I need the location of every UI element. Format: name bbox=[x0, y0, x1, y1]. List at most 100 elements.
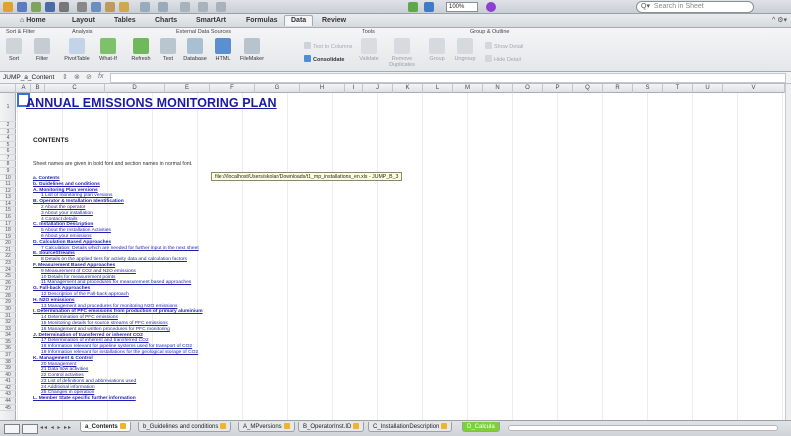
remove-duplicates-button[interactable]: Remove Duplicates bbox=[384, 38, 420, 68]
row-header[interactable]: 26 bbox=[0, 280, 16, 287]
col-header[interactable]: B bbox=[31, 84, 45, 93]
cancel-icon[interactable]: ⊗ bbox=[74, 73, 80, 81]
sheet-tab-c-installation[interactable]: C_InstallationDescription bbox=[368, 422, 453, 432]
search-field[interactable]: Q▾ Search in Sheet bbox=[636, 1, 754, 13]
filter-button[interactable]: Filter bbox=[30, 38, 54, 62]
col-header[interactable]: U bbox=[693, 84, 723, 93]
col-header[interactable]: N bbox=[483, 84, 513, 93]
validate-button[interactable]: Validate bbox=[358, 38, 380, 62]
consolidate-button[interactable]: Consolidate bbox=[304, 55, 344, 64]
save-icon[interactable] bbox=[45, 2, 55, 12]
col-header[interactable]: V bbox=[723, 84, 785, 93]
undo-icon[interactable] bbox=[140, 2, 150, 12]
name-box[interactable]: JUMP_a_Content bbox=[2, 73, 58, 83]
row-header[interactable]: 12 bbox=[0, 188, 16, 195]
col-header[interactable]: G bbox=[255, 84, 300, 93]
row-header[interactable]: 16 bbox=[0, 214, 16, 221]
col-header[interactable]: L bbox=[423, 84, 453, 93]
text-to-columns-button[interactable]: Text to Columns bbox=[304, 42, 352, 51]
fx-icon[interactable]: fx bbox=[98, 73, 103, 80]
row-header[interactable]: 24 bbox=[0, 267, 16, 274]
col-header[interactable]: T bbox=[663, 84, 693, 93]
filter-icon[interactable] bbox=[216, 2, 226, 12]
redo-icon[interactable] bbox=[158, 2, 168, 12]
gallery-icon[interactable] bbox=[408, 2, 418, 12]
toc-section-link[interactable]: L. Member State specific further informa… bbox=[33, 396, 333, 402]
col-header[interactable]: D bbox=[105, 84, 165, 93]
sheet-tab-a-contents[interactable]: a_Contents bbox=[80, 422, 131, 432]
tab-home[interactable]: ⌂ Home bbox=[14, 16, 52, 27]
row-header[interactable]: 29 bbox=[0, 299, 16, 306]
sheet-tab-d-calcula[interactable]: D_Calcula bbox=[462, 422, 500, 432]
pivottable-button[interactable]: PivotTable bbox=[60, 38, 94, 62]
sum-icon[interactable] bbox=[180, 2, 190, 12]
normal-view-icon[interactable] bbox=[4, 424, 20, 434]
show-detail-button[interactable]: Show Detail bbox=[485, 42, 523, 51]
col-header[interactable]: P bbox=[543, 84, 573, 93]
row-header[interactable]: 10 bbox=[0, 175, 16, 182]
col-header[interactable]: A bbox=[17, 84, 31, 93]
row-header[interactable]: 1 bbox=[0, 93, 16, 122]
tab-charts[interactable]: Charts bbox=[149, 16, 183, 27]
grid-icon[interactable] bbox=[17, 2, 27, 12]
row-header[interactable]: 6 bbox=[0, 148, 16, 155]
refresh-button[interactable]: Refresh bbox=[127, 38, 155, 62]
confirm-icon[interactable]: ⊘ bbox=[86, 73, 92, 81]
sheet-nav-arrows-icon[interactable]: ◂◂ ◂ ▸ ▸▸ bbox=[40, 424, 72, 431]
search-options-icon[interactable]: Q▾ bbox=[641, 3, 650, 10]
ribbon-collapse-icon[interactable]: ^ ⚙▾ bbox=[772, 16, 787, 24]
tab-layout[interactable]: Layout bbox=[66, 16, 101, 27]
col-header[interactable]: O bbox=[513, 84, 543, 93]
row-header[interactable]: 45 bbox=[0, 405, 16, 412]
row-header[interactable]: 14 bbox=[0, 201, 16, 208]
tab-review[interactable]: Review bbox=[316, 16, 352, 27]
text-import-button[interactable]: Text bbox=[158, 38, 178, 62]
col-header[interactable]: R bbox=[603, 84, 633, 93]
app-icon[interactable] bbox=[3, 2, 13, 12]
whatif-button[interactable]: What-If bbox=[96, 38, 120, 62]
hide-detail-button[interactable]: Hide Detail bbox=[485, 55, 521, 64]
col-header[interactable]: S bbox=[633, 84, 663, 93]
zoom-select[interactable]: 100% bbox=[446, 2, 478, 12]
new-icon[interactable] bbox=[31, 2, 41, 12]
cut-icon[interactable] bbox=[77, 2, 87, 12]
tab-formulas[interactable]: Formulas bbox=[240, 16, 284, 27]
page-layout-view-icon[interactable] bbox=[22, 424, 38, 434]
sheet-tab-b-operatorinst[interactable]: B_OperatorInst.ID bbox=[298, 422, 365, 432]
sheet-tab-b-guidelines[interactable]: b_Guidelines and conditions bbox=[138, 422, 232, 432]
col-header[interactable]: C bbox=[45, 84, 105, 93]
row-header[interactable]: 37 bbox=[0, 352, 16, 359]
row-header[interactable]: 18 bbox=[0, 227, 16, 234]
row-header[interactable]: 22 bbox=[0, 253, 16, 260]
row-header[interactable]: 20 bbox=[0, 240, 16, 247]
copy-icon[interactable] bbox=[91, 2, 101, 12]
tab-data[interactable]: Data bbox=[284, 15, 314, 26]
print-icon[interactable] bbox=[59, 2, 69, 12]
formula-input[interactable] bbox=[110, 73, 786, 83]
col-header[interactable]: F bbox=[210, 84, 255, 93]
horizontal-scrollbar[interactable] bbox=[508, 425, 778, 431]
help-icon[interactable] bbox=[486, 2, 496, 12]
col-header[interactable]: E bbox=[165, 84, 210, 93]
col-header[interactable]: H bbox=[300, 84, 345, 93]
col-header[interactable]: M bbox=[453, 84, 483, 93]
database-button[interactable]: Database bbox=[180, 38, 210, 62]
row-header[interactable]: 31 bbox=[0, 313, 16, 320]
row-header[interactable]: 8 bbox=[0, 161, 16, 168]
tab-smartart[interactable]: SmartArt bbox=[190, 16, 232, 27]
col-header[interactable]: Q bbox=[573, 84, 603, 93]
vertical-scrollbar[interactable] bbox=[785, 84, 791, 420]
sort-icon[interactable] bbox=[198, 2, 208, 12]
ungroup-button[interactable]: Ungroup bbox=[450, 38, 480, 62]
toolbox-icon[interactable] bbox=[424, 2, 434, 12]
filemaker-button[interactable]: FileMaker bbox=[236, 38, 268, 62]
col-header[interactable]: K bbox=[393, 84, 423, 93]
row-header[interactable]: 35 bbox=[0, 339, 16, 346]
col-header[interactable]: J bbox=[363, 84, 393, 93]
row-header[interactable]: 33 bbox=[0, 326, 16, 333]
row-header[interactable]: 4 bbox=[0, 135, 16, 142]
row-header[interactable]: 43 bbox=[0, 391, 16, 398]
row-header[interactable]: 39 bbox=[0, 365, 16, 372]
select-all-corner[interactable] bbox=[0, 84, 16, 93]
sort-button[interactable]: Sort bbox=[4, 38, 24, 62]
